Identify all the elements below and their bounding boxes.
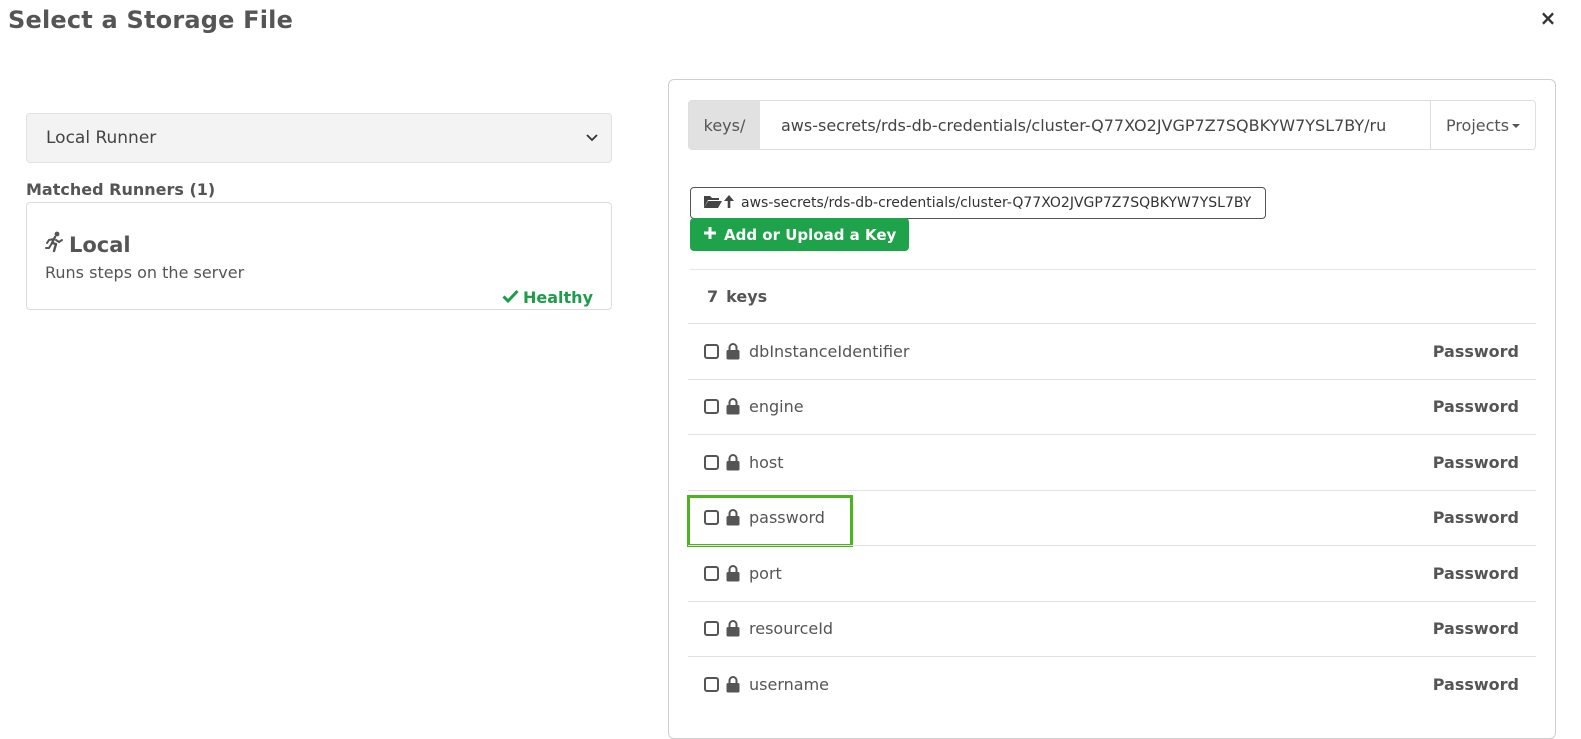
key-row[interactable]: username Password — [688, 656, 1536, 712]
key-name: engine — [749, 397, 804, 417]
divider — [690, 269, 1536, 270]
key-row[interactable]: port Password — [688, 545, 1536, 601]
runner-card[interactable]: Local Runs steps on the server Healthy — [26, 202, 612, 310]
status-badge: Healthy — [502, 288, 593, 307]
key-name: host — [749, 452, 784, 472]
key-type: Password — [1432, 674, 1519, 694]
runner-name: Local — [69, 232, 131, 257]
key-checkbox[interactable] — [704, 343, 719, 359]
key-checkbox[interactable] — [704, 454, 719, 470]
key-row-selected[interactable]: password Password — [687, 489, 1536, 546]
parent-directory-button[interactable]: aws-secrets/rds-db-credentials/cluster-Q… — [690, 187, 1267, 219]
key-row[interactable]: resourceId Password — [688, 600, 1536, 657]
runner-description: Runs steps on the server — [45, 263, 245, 282]
chevron-down-icon — [585, 131, 599, 145]
key-name: dbInstanceIdentifier — [749, 341, 910, 361]
key-type: Password — [1432, 341, 1519, 361]
close-button[interactable]: × — [1536, 6, 1560, 30]
running-person-icon — [45, 231, 65, 258]
lock-icon — [726, 398, 740, 415]
projects-dropdown-button[interactable]: Projects — [1430, 101, 1535, 149]
key-type: Password — [1432, 619, 1519, 639]
key-row[interactable]: dbInstanceIdentifier Password — [688, 323, 1536, 379]
key-type: Password — [1432, 563, 1519, 583]
add-upload-key-button[interactable]: Add or Upload a Key — [690, 218, 910, 251]
key-checkbox[interactable] — [704, 399, 719, 415]
key-row[interactable]: engine Password — [688, 378, 1536, 435]
modal-title: Select a Storage File — [8, 6, 294, 34]
path-input[interactable] — [760, 101, 1430, 149]
matched-runners-label: Matched Runners (1) — [26, 180, 216, 199]
key-checkbox[interactable] — [704, 676, 719, 692]
checkmark-icon — [502, 288, 519, 307]
runner-select[interactable]: Local Runner — [26, 113, 612, 163]
key-row[interactable]: host Password — [688, 434, 1536, 490]
key-name: username — [749, 674, 829, 694]
runner-card-title: Local — [45, 231, 131, 258]
key-count-label: keys — [726, 287, 768, 306]
runner-select-value: Local Runner — [46, 128, 157, 148]
key-count-number: 7 — [707, 287, 719, 306]
lock-icon — [726, 620, 740, 637]
key-type: Password — [1432, 452, 1519, 472]
lock-icon — [726, 453, 740, 471]
key-name: resourceId — [749, 619, 834, 639]
close-icon: × — [1539, 6, 1557, 30]
add-upload-key-label: Add or Upload a Key — [724, 225, 897, 244]
lock-icon — [726, 509, 740, 526]
lock-icon — [726, 342, 740, 360]
lock-icon — [726, 675, 740, 693]
key-type: Password — [1432, 508, 1519, 528]
parent-directory-label: aws-secrets/rds-db-credentials/cluster-Q… — [741, 195, 1252, 211]
key-name: password — [749, 508, 825, 528]
plus-icon — [703, 226, 717, 244]
folder-open-up-icon — [703, 193, 735, 213]
caret-down-icon — [1512, 124, 1521, 128]
path-prefix: keys/ — [689, 101, 760, 149]
key-type: Password — [1432, 397, 1519, 417]
key-checkbox[interactable] — [704, 565, 719, 581]
status-label: Healthy — [523, 288, 593, 307]
projects-label: Projects — [1445, 115, 1510, 135]
path-bar: keys/ Projects — [688, 100, 1536, 150]
key-name: port — [749, 563, 782, 583]
key-count: 7 keys — [707, 287, 767, 306]
key-checkbox[interactable] — [704, 510, 719, 526]
key-list: dbInstanceIdentifier Password engine Pas… — [687, 323, 1536, 712]
lock-icon — [726, 564, 740, 582]
key-checkbox[interactable] — [704, 621, 719, 637]
key-storage-panel: keys/ Projects aws-secrets/rds-db-creden… — [668, 79, 1556, 739]
